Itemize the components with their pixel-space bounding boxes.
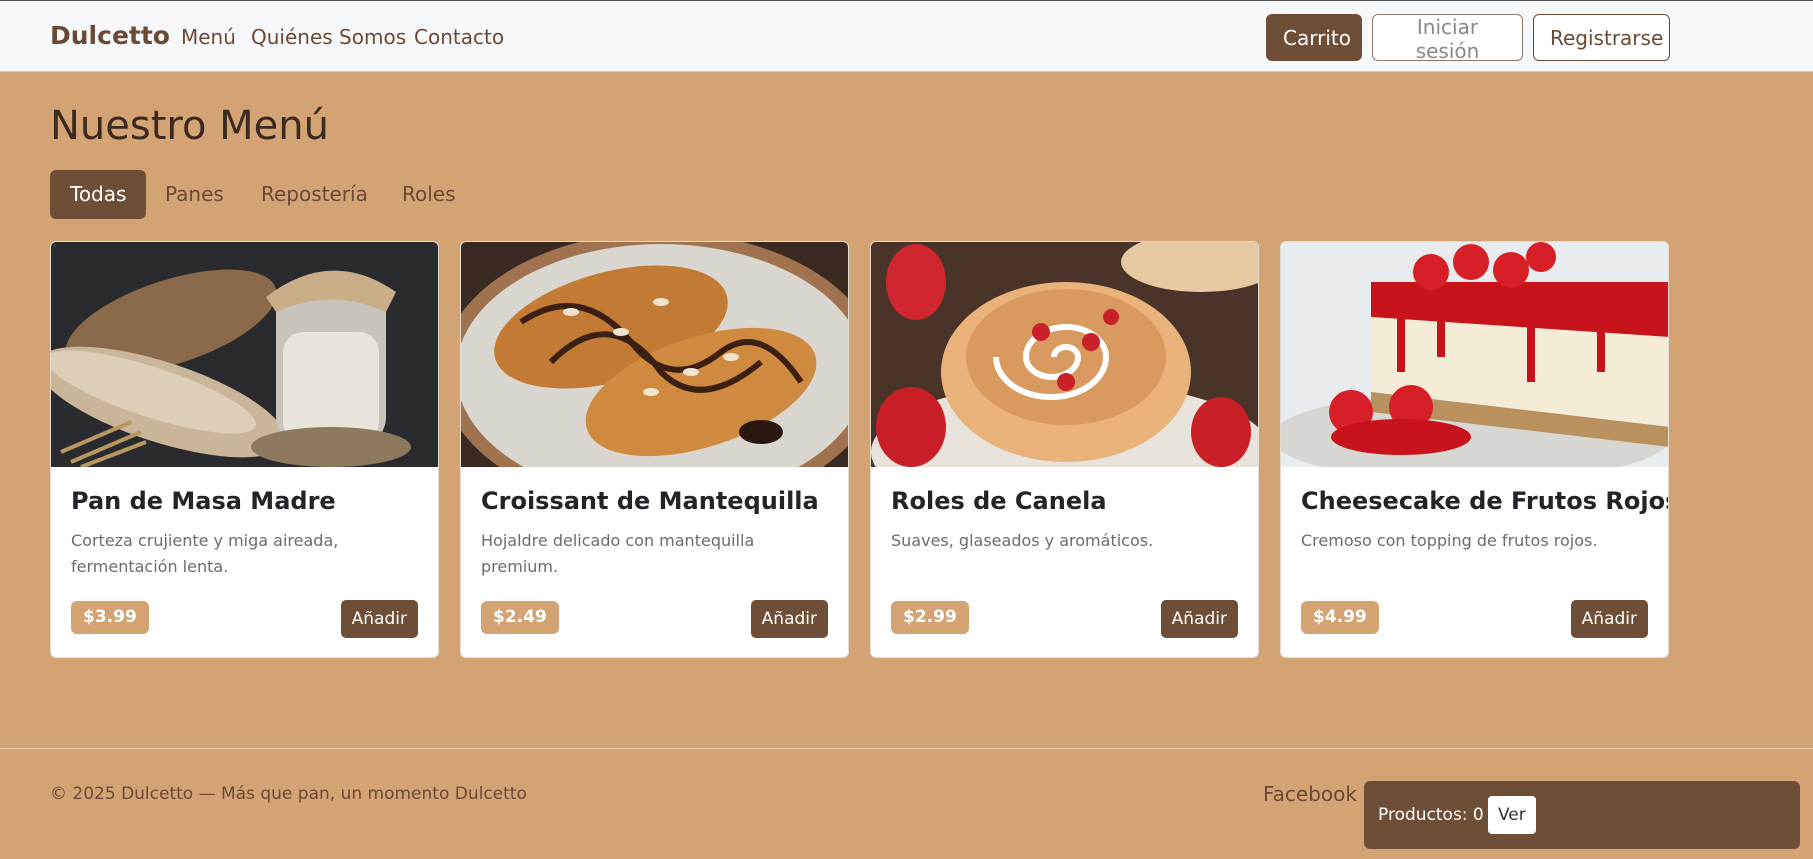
product-image-cinnamon-roll <box>871 242 1258 467</box>
view-cart-button[interactable]: Ver <box>1488 796 1536 834</box>
product-card: Croissant de Mantequilla Hojaldre delica… <box>460 241 849 658</box>
product-description: Hojaldre delicado con mantequilla premiu… <box>481 531 755 576</box>
product-image-croissant <box>461 242 848 467</box>
filter-rolls[interactable]: Roles <box>382 170 476 219</box>
cart-button[interactable]: Carrito <box>1266 14 1362 61</box>
brand-logo[interactable]: Dulcetto <box>50 21 170 50</box>
nav-menu-link[interactable]: Menú <box>181 25 236 49</box>
nav-about-link[interactable]: Quiénes Somos <box>251 25 406 49</box>
login-button[interactable]: Iniciar sesión <box>1372 14 1523 63</box>
product-description: Corteza crujiente y miga aireada, fermen… <box>71 531 339 576</box>
filter-breads[interactable]: Panes <box>145 170 244 219</box>
product-image-sourdough <box>51 242 438 467</box>
product-title: Cheesecake de Frutos Rojos <box>1301 487 1669 515</box>
product-description: Suaves, glaseados y aromáticos. <box>891 531 1154 550</box>
product-card: Cheesecake de Frutos Rojos Cremoso con t… <box>1280 241 1669 658</box>
price-badge: $3.99 <box>71 601 149 634</box>
add-to-cart-button[interactable]: Añadir <box>1160 600 1238 638</box>
register-button[interactable]: Registrarse <box>1533 14 1670 61</box>
footer-copyright: © 2025 Dulcetto — Más que pan, un moment… <box>50 784 527 804</box>
product-card: Pan de Masa Madre Corteza crujiente y mi… <box>50 241 439 658</box>
price-badge: $4.99 <box>1301 601 1379 634</box>
navbar: Dulcetto Menú Quiénes Somos Contacto Car… <box>0 0 1813 72</box>
product-title: Pan de Masa Madre <box>71 487 336 515</box>
product-description: Cremoso con topping de frutos rojos. <box>1301 531 1598 550</box>
facebook-link[interactable]: Facebook <box>1263 782 1357 806</box>
page-title: Nuestro Menú <box>50 103 329 149</box>
product-card: Roles de Canela Suaves, glaseados y arom… <box>870 241 1259 658</box>
add-to-cart-button[interactable]: Añadir <box>1570 600 1648 638</box>
price-badge: $2.99 <box>891 601 969 634</box>
filter-pastry[interactable]: Repostería <box>241 170 388 219</box>
cart-product-count: Productos: 0 <box>1378 805 1484 825</box>
filter-all[interactable]: Todas <box>50 170 147 219</box>
footer-divider <box>0 748 1813 749</box>
product-title: Croissant de Mantequilla <box>481 487 819 515</box>
cart-summary-toast: Productos: 0 Ver <box>1364 781 1800 849</box>
add-to-cart-button[interactable]: Añadir <box>750 600 828 638</box>
price-badge: $2.49 <box>481 601 559 634</box>
product-title: Roles de Canela <box>891 487 1107 515</box>
product-image-cheesecake <box>1281 242 1668 467</box>
nav-contact-link[interactable]: Contacto <box>414 25 504 49</box>
add-to-cart-button[interactable]: Añadir <box>340 600 418 638</box>
